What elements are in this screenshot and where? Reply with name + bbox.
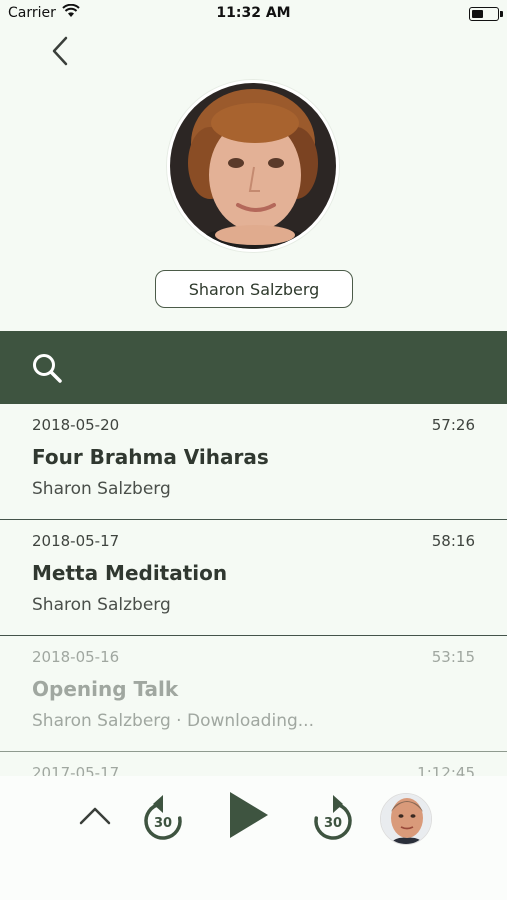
teacher-name-button[interactable]: Sharon Salzberg — [155, 270, 353, 308]
clock: 11:32 AM — [216, 5, 291, 21]
talk-date: 2018-05-16 — [32, 648, 120, 666]
battery-icon — [469, 7, 503, 21]
search-icon[interactable] — [30, 351, 64, 385]
talk-date: 2018-05-17 — [32, 532, 120, 550]
talk-title: Metta Meditation — [32, 561, 228, 585]
talk-date: 2017-05-17 — [32, 764, 120, 776]
talk-title: Four Brahma Viharas — [32, 445, 269, 469]
rewind-30-button[interactable]: 30 — [140, 792, 186, 842]
talk-duration: 1:12:45 — [417, 764, 475, 776]
forward-30-button[interactable]: 30 — [310, 792, 356, 842]
talk-row[interactable]: 2018-05-16 53:15 Opening Talk Sharon Sal… — [0, 636, 507, 752]
talk-duration: 57:26 — [431, 416, 475, 434]
now-playing-avatar[interactable] — [380, 793, 432, 845]
chevron-up-icon[interactable] — [78, 804, 112, 826]
talk-duration: 53:15 — [431, 648, 475, 666]
talk-list[interactable]: 2018-05-20 57:26 Four Brahma Viharas Sha… — [0, 404, 507, 776]
search-bar[interactable] — [0, 331, 507, 404]
talk-date: 2018-05-20 — [32, 416, 120, 434]
talk-speaker: Sharon Salzberg — [32, 479, 171, 499]
talk-speaker: Sharon Salzberg — [32, 595, 171, 615]
talk-speaker: Sharon Salzberg · Downloading... — [32, 711, 314, 731]
talk-duration: 58:16 — [431, 532, 475, 550]
talk-row[interactable]: 2018-05-20 57:26 Four Brahma Viharas Sha… — [0, 404, 507, 520]
mini-player: 30 30 — [0, 776, 507, 900]
teacher-avatar — [167, 80, 339, 252]
talk-row[interactable]: 2017-05-17 1:12:45 — [0, 752, 507, 776]
talk-row[interactable]: 2018-05-17 58:16 Metta Meditation Sharon… — [0, 520, 507, 636]
chevron-left-icon — [52, 36, 68, 66]
play-button[interactable] — [226, 789, 270, 841]
status-bar: Carrier 11:32 AM — [0, 0, 507, 28]
back-button[interactable] — [44, 32, 80, 72]
talk-title: Opening Talk — [32, 677, 179, 701]
rewind-label: 30 — [154, 816, 172, 831]
forward-label: 30 — [324, 816, 342, 831]
